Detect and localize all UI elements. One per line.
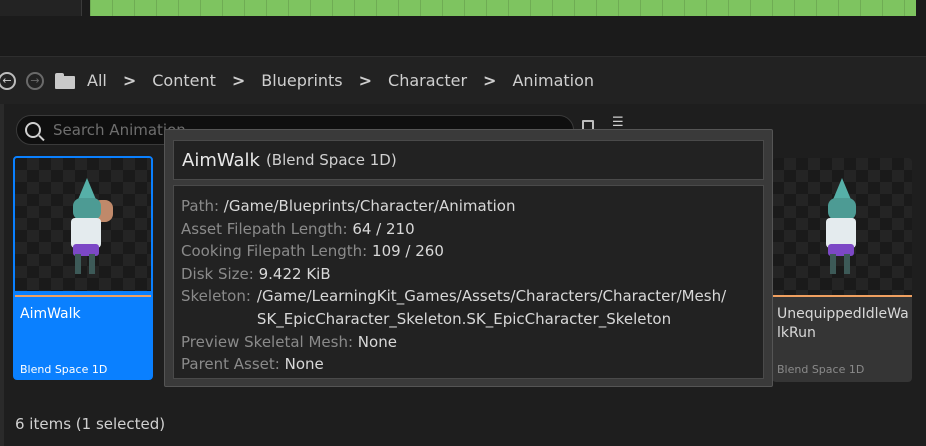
breadcrumb-separator[interactable]: > [232, 71, 245, 90]
tooltip-title: AimWalk [182, 149, 260, 171]
asset-type-stripe [15, 295, 151, 297]
tooltip-row-disk-size: Disk Size: 9.422 KiB [181, 264, 331, 283]
viewport-strip [0, 0, 926, 55]
asset-type-stripe [772, 295, 912, 297]
viewport-panel [0, 0, 82, 16]
breadcrumb-separator[interactable]: > [359, 71, 372, 90]
tooltip-row-parent-asset: Parent Asset: None [181, 355, 324, 374]
asset-name: AimWalk [20, 306, 81, 322]
asset-tile-unequipped-idle-walk-run[interactable]: UnequippedIdleWalkRun Blend Space 1D [772, 158, 912, 382]
asset-tooltip: AimWalk (Blend Space 1D) Path: /Game/Blu… [164, 129, 773, 387]
skeleton-path-line1: /Game/LearningKit_Games/Assets/Character… [256, 287, 727, 306]
character-preview [55, 178, 115, 278]
tooltip-row-skeleton: Skeleton: /Game/LearningKit_Games/Assets… [181, 287, 727, 328]
tooltip-row-preview-skeletal-mesh: Preview Skeletal Mesh: None [181, 332, 397, 351]
forward-icon[interactable]: → [26, 71, 44, 90]
viewport-ground[interactable] [90, 0, 926, 16]
tooltip-body: Path: /Game/Blueprints/Character/Animati… [173, 185, 764, 379]
breadcrumb-separator[interactable]: > [483, 71, 496, 90]
path-bar: ← → All > Content > Blueprints > Charact… [0, 56, 926, 104]
folder-icon [55, 72, 75, 89]
asset-type: Blend Space 1D [20, 363, 108, 376]
tooltip-subtitle: (Blend Space 1D) [265, 151, 397, 169]
tooltip-header: AimWalk (Blend Space 1D) [173, 140, 764, 180]
asset-tile-aimwalk[interactable]: AimWalk Blend Space 1D [13, 156, 153, 380]
tooltip-row-asset-filepath-length: Asset Filepath Length: 64 / 210 [181, 219, 415, 238]
asset-thumbnail [772, 158, 912, 295]
back-icon[interactable]: ← [0, 71, 16, 90]
breadcrumb-animation[interactable]: Animation [512, 71, 594, 90]
asset-name: UnequippedIdleWalkRun [777, 306, 909, 341]
tooltip-row-cooking-filepath-length: Cooking Filepath Length: 109 / 260 [181, 242, 444, 261]
asset-type: Blend Space 1D [777, 363, 865, 376]
character-preview [810, 178, 870, 278]
search-icon [25, 122, 41, 138]
breadcrumb-character[interactable]: Character [388, 71, 467, 90]
breadcrumb-blueprints[interactable]: Blueprints [261, 71, 342, 90]
asset-thumbnail [15, 158, 151, 293]
tooltip-row-path: Path: /Game/Blueprints/Character/Animati… [181, 197, 516, 215]
content-browser: ← → All > Content > Blueprints > Charact… [0, 0, 926, 446]
status-text: 6 items (1 selected) [15, 415, 166, 433]
breadcrumb-content[interactable]: Content [152, 71, 216, 90]
filter-icon[interactable]: ☰ [612, 116, 624, 129]
skeleton-path-line2: SK_EpicCharacter_Skeleton.SK_EpicCharact… [256, 309, 672, 328]
breadcrumb-separator[interactable]: > [123, 71, 136, 90]
breadcrumb-all[interactable]: All [87, 71, 107, 90]
